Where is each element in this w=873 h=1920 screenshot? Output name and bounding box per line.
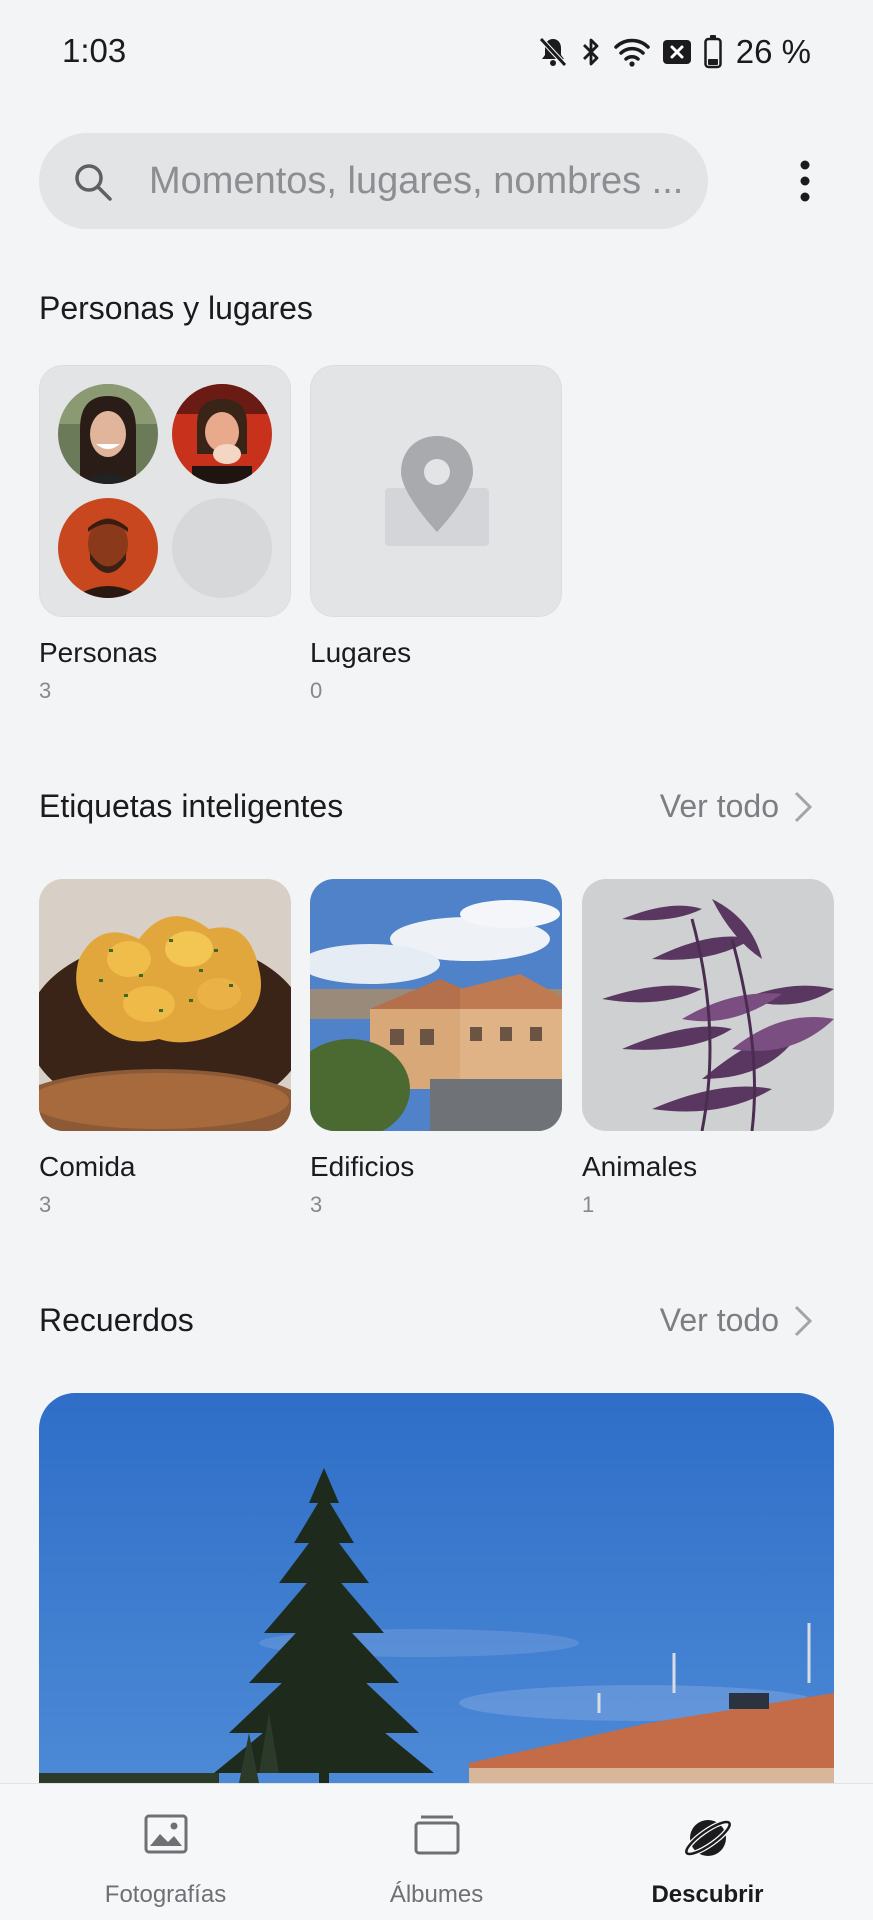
battery-percentage: 26 % <box>735 33 811 70</box>
memory-photo <box>39 1393 834 1793</box>
buildings-photo <box>310 879 562 1131</box>
chevron-right-icon <box>794 1305 813 1336</box>
wifi-icon <box>614 37 650 67</box>
section-title-memories: Recuerdos <box>39 1302 194 1338</box>
status-icons: 26 % <box>538 32 811 72</box>
more-vert-icon <box>800 160 810 202</box>
people-label: Personas <box>39 637 158 668</box>
nav-item-albums[interactable]: Álbumes <box>291 1784 582 1920</box>
search-input[interactable] <box>149 133 694 229</box>
tag-count-food: 3 <box>39 1192 52 1217</box>
battery-icon <box>704 35 722 69</box>
nav-item-discover[interactable]: Descubrir <box>562 1784 853 1920</box>
smart-tags-see-all[interactable]: Ver todo <box>660 788 813 825</box>
memory-card[interactable] <box>39 1393 834 1793</box>
food-photo <box>39 879 291 1131</box>
places-card[interactable] <box>310 365 562 617</box>
photo-icon <box>144 1814 188 1859</box>
nav-item-photos[interactable]: Fotografías <box>20 1784 311 1920</box>
places-label: Lugares <box>310 637 412 668</box>
animals-photo <box>582 879 834 1131</box>
albums-icon <box>413 1814 461 1861</box>
nav-label-discover: Descubrir <box>651 1881 764 1908</box>
tag-card-buildings[interactable] <box>310 879 562 1131</box>
person-face-2 <box>172 384 272 484</box>
section-title-smart-tags: Etiquetas inteligentes <box>39 788 344 824</box>
see-all-label: Ver todo <box>659 1302 779 1338</box>
discover-screen: 1:03 26 % Momentos, lugares, nombres ...… <box>0 0 873 1920</box>
tag-label-animals: Animales <box>582 1151 698 1182</box>
people-count: 3 <box>39 678 52 703</box>
memories-see-all[interactable]: Ver todo <box>660 1302 813 1339</box>
bluetooth-icon <box>580 36 602 68</box>
tag-label-food: Comida <box>39 1151 136 1182</box>
mute-icon <box>538 36 568 68</box>
tag-label-buildings: Edificios <box>310 1151 415 1182</box>
people-card[interactable] <box>39 365 291 617</box>
section-title-people-places: Personas y lugares <box>39 290 313 326</box>
nav-label-albums: Álbumes <box>389 1881 484 1908</box>
discover-icon <box>683 1814 733 1867</box>
search-icon <box>71 160 115 209</box>
tag-count-animals: 1 <box>582 1192 595 1217</box>
location-pin-icon <box>385 432 489 557</box>
status-bar: 1:03 26 % <box>0 0 873 104</box>
status-time: 1:03 <box>62 32 127 69</box>
bottom-navigation: Fotografías Álbumes Descubrir <box>0 1783 873 1920</box>
person-face-3 <box>58 498 158 598</box>
more-options-button[interactable] <box>782 156 828 206</box>
see-all-label: Ver todo <box>659 788 779 824</box>
no-sim-icon <box>662 38 692 66</box>
search-bar[interactable] <box>39 133 708 229</box>
tag-card-food[interactable] <box>39 879 291 1131</box>
tag-card-animals[interactable] <box>582 879 834 1131</box>
tag-count-buildings: 3 <box>310 1192 323 1217</box>
person-face-placeholder <box>172 498 272 598</box>
nav-label-photos: Fotografías <box>104 1881 227 1908</box>
chevron-right-icon <box>794 791 813 822</box>
person-face-1 <box>58 384 158 484</box>
places-count: 0 <box>310 678 323 703</box>
